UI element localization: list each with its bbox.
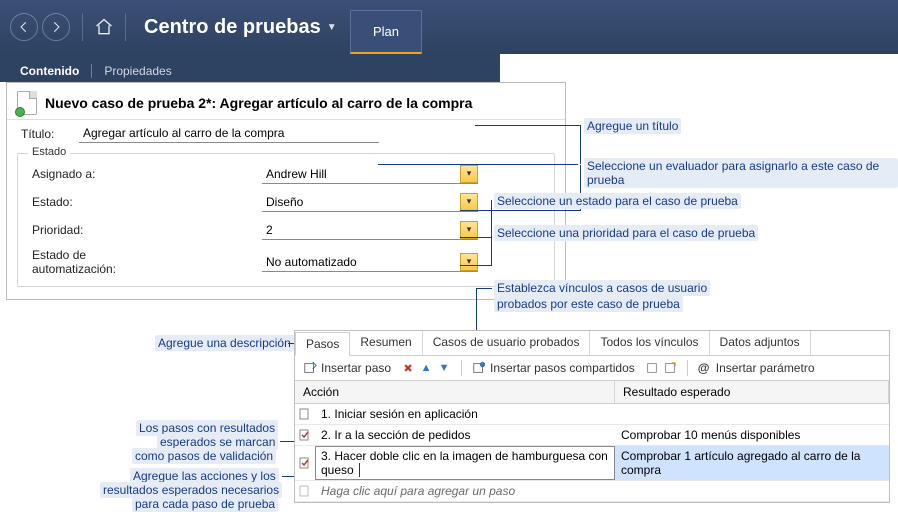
label-title: Título: — [21, 127, 71, 141]
tab-links[interactable]: Todos los vínculos — [590, 331, 709, 355]
combo-automation[interactable]: No automatizado ▾ — [262, 252, 478, 272]
combo-automation-value: No automatizado — [262, 252, 460, 272]
annotation-steps-c: para cada paso de prueba — [132, 496, 278, 512]
validated-step-icon — [295, 446, 315, 480]
callout-state: Seleccione un estado para el caso de pru… — [494, 193, 741, 209]
connector-line — [475, 125, 581, 164]
steps-toolbar: Insertar paso ✖ ▲ ▼ Insertar pasos compa… — [295, 356, 889, 381]
insert-step-icon — [303, 361, 317, 375]
tab-userstories[interactable]: Casos de usuario probados — [423, 331, 591, 355]
step-action: Iniciar sesión en aplicación — [334, 407, 477, 421]
caret-down-icon: ▼ — [327, 22, 337, 33]
btn-insert-param-label: Insertar parámetro — [716, 361, 815, 375]
tab-plan-label: Plan — [373, 24, 399, 39]
forward-button[interactable] — [42, 13, 70, 41]
back-button[interactable] — [10, 13, 38, 41]
document-icon — [17, 91, 37, 115]
label-priority: Prioridad: — [32, 223, 172, 237]
combo-assigned[interactable]: Andrew Hill ▾ — [262, 164, 478, 184]
label-state: Estado: — [32, 195, 172, 209]
mini-toolbar: ✖ ▲ ▼ — [401, 361, 451, 375]
callout-links-a: Establezca vínculos a casos de usuario — [494, 280, 710, 296]
col-action: Acción — [295, 381, 615, 403]
separator — [125, 13, 126, 41]
table-row-placeholder[interactable]: Haga clic aquí para agregar un paso — [295, 481, 889, 502]
step-icon — [295, 481, 315, 501]
app-title-text: Centro de pruebas — [144, 16, 321, 39]
grid-header: Acción Resultado esperado — [295, 381, 889, 404]
step-expected — [615, 404, 889, 424]
btn-insert-param[interactable]: @ Insertar parámetro — [698, 361, 815, 375]
step-expected — [615, 481, 889, 501]
btn-insert-shared[interactable]: Insertar pasos compartidos — [472, 361, 635, 375]
table-row[interactable]: 1. Iniciar sesión en aplicación — [295, 404, 889, 425]
btn-insert-shared-label: Insertar pasos compartidos — [490, 361, 635, 375]
callout-evaluator: Seleccione un evaluador para asignarlo a… — [584, 158, 898, 188]
input-title[interactable] — [79, 124, 379, 143]
placeholder-text: Haga clic aquí para agregar un paso — [315, 481, 615, 501]
table-row[interactable]: 2. Ir a la sección de pedidos Comprobar … — [295, 425, 889, 446]
col-expected: Resultado esperado — [615, 381, 889, 403]
new-shared-icon[interactable] — [663, 361, 677, 375]
btn-insert-step[interactable]: Insertar paso — [303, 361, 391, 375]
app-title[interactable]: Centro de pruebas ▼ — [144, 16, 337, 39]
home-button[interactable] — [91, 14, 117, 40]
at-icon: @ — [698, 361, 712, 375]
combo-priority-value: 2 — [262, 220, 460, 240]
subtab-content[interactable]: Contenido — [12, 60, 87, 82]
panel-title: Nuevo caso de prueba 2*: Agregar artícul… — [45, 95, 472, 111]
connector-line — [460, 232, 492, 266]
connector-line — [476, 288, 492, 289]
label-assigned: Asignado a: — [32, 167, 172, 181]
separator — [91, 64, 92, 78]
btn-insert-step-label: Insertar paso — [321, 361, 391, 375]
step-num: 3. — [321, 449, 331, 463]
fieldset-legend: Estado — [28, 146, 70, 158]
grid-body: 1. Iniciar sesión en aplicación 2. Ir a … — [295, 404, 889, 502]
tab-summary[interactable]: Resumen — [350, 331, 422, 355]
callout-priority: Seleccione una prioridad para el caso de… — [494, 225, 758, 241]
callout-title: Agregue un título — [584, 118, 681, 134]
card-tabs: Pasos Resumen Casos de usuario probados … — [295, 331, 889, 356]
combo-state-value: Diseño — [262, 192, 460, 212]
step-expected: Comprobar 10 menús disponibles — [615, 425, 889, 445]
subheader: Contenido Propiedades — [0, 54, 500, 82]
step-action: Hacer doble clic en la imagen de hamburg… — [321, 449, 608, 477]
table-row[interactable]: 3. Hacer doble clic en la imagen de hamb… — [295, 446, 889, 481]
combo-assigned-value: Andrew Hill — [262, 164, 460, 184]
arrow-down-icon[interactable]: ▼ — [437, 361, 451, 375]
step-num: 1. — [321, 407, 331, 421]
arrow-up-icon[interactable]: ▲ — [419, 361, 433, 375]
validated-step-icon — [295, 425, 315, 445]
callout-links-b: probados por este caso de prueba — [494, 296, 683, 312]
step-expected: Comprobar 1 artículo agregado al carro d… — [615, 446, 889, 480]
tab-attachments[interactable]: Datos adjuntos — [710, 331, 811, 355]
separator — [82, 13, 83, 41]
annotation-validation-c: como pasos de validación — [132, 448, 276, 464]
step-icon — [295, 404, 315, 424]
combo-state[interactable]: Diseño ▾ — [262, 192, 478, 212]
step-action: Ir a la sección de pedidos — [334, 428, 470, 442]
panel-title-row: Nuevo caso de prueba 2*: Agregar artícul… — [7, 83, 565, 120]
shared-icon[interactable] — [645, 361, 659, 375]
mini-toolbar-2 — [645, 361, 677, 375]
tab-steps[interactable]: Pasos — [295, 332, 350, 356]
delete-icon[interactable]: ✖ — [401, 361, 415, 375]
combo-priority[interactable]: 2 ▾ — [262, 220, 478, 240]
tab-plan[interactable]: Plan — [350, 10, 422, 54]
steps-card: Pasos Resumen Casos de usuario probados … — [294, 330, 890, 503]
insert-shared-icon — [472, 361, 486, 375]
subtab-properties[interactable]: Propiedades — [96, 60, 179, 82]
step-num: 2. — [321, 428, 331, 442]
annotation-description: Agregue una descripción — [155, 335, 294, 351]
app-header: Centro de pruebas ▼ Plan — [0, 0, 898, 54]
label-automation: Estado de automatización: — [32, 248, 172, 276]
separator — [687, 360, 688, 376]
separator — [461, 360, 462, 376]
